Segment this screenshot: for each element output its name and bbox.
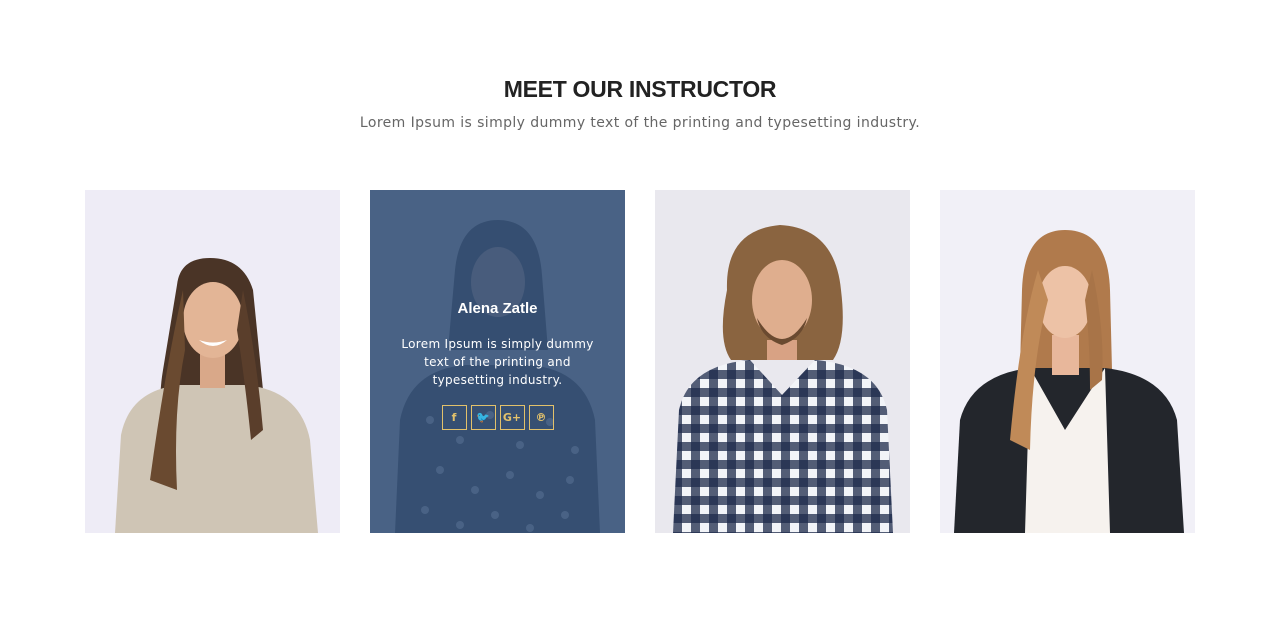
pinterest-icon[interactable]: ℗ bbox=[528, 405, 554, 430]
instructor-photo bbox=[940, 190, 1195, 533]
instructor-photo bbox=[655, 190, 910, 533]
section-subtitle: Lorem Ipsum is simply dummy text of the … bbox=[359, 115, 921, 131]
facebook-icon[interactable]: f bbox=[441, 405, 467, 430]
instructor-section: MEET OUR INSTRUCTOR Lorem Ipsum is simpl… bbox=[0, 0, 1280, 620]
instructor-card[interactable] bbox=[940, 190, 1195, 533]
google-plus-icon[interactable]: G+ bbox=[499, 405, 525, 430]
instructor-bio: Lorem Ipsum is simply dummy text of the … bbox=[401, 337, 594, 387]
twitter-icon[interactable]: 🐦 bbox=[470, 405, 496, 430]
section-title: MEET OUR INSTRUCTOR bbox=[503, 76, 777, 102]
instructor-hover-overlay: Alena Zatle Lorem Ipsum is simply dummy … bbox=[370, 190, 625, 533]
social-links: f 🐦 G+ ℗ bbox=[441, 405, 554, 430]
instructor-card[interactable] bbox=[85, 190, 340, 533]
instructor-card[interactable]: Alena Zatle Lorem Ipsum is simply dummy … bbox=[370, 190, 625, 533]
instructor-photo bbox=[85, 190, 340, 533]
instructor-card[interactable] bbox=[655, 190, 910, 533]
instructor-name: Alena Zatle bbox=[457, 300, 538, 317]
